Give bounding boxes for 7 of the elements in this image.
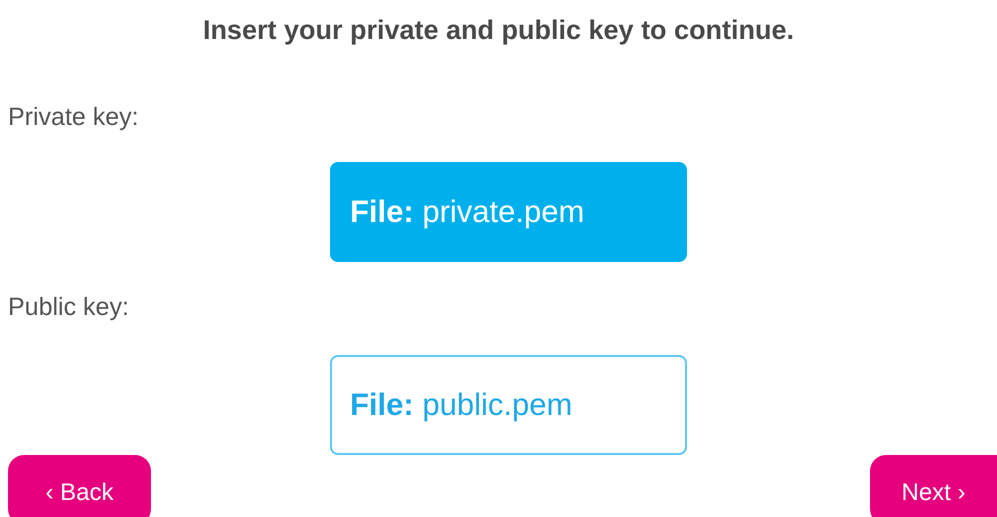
back-button[interactable]: ‹ Back [8,455,151,517]
file-picker-button[interactable]: File: public.pem [330,355,687,455]
next-button[interactable]: Next › [870,455,997,517]
field-label: Private key: [8,102,139,132]
field-label: Public key: [8,292,129,322]
page-title: Insert your private and public key to continue. [202,14,794,46]
file-picker-button[interactable]: File: private.pem [330,162,687,262]
